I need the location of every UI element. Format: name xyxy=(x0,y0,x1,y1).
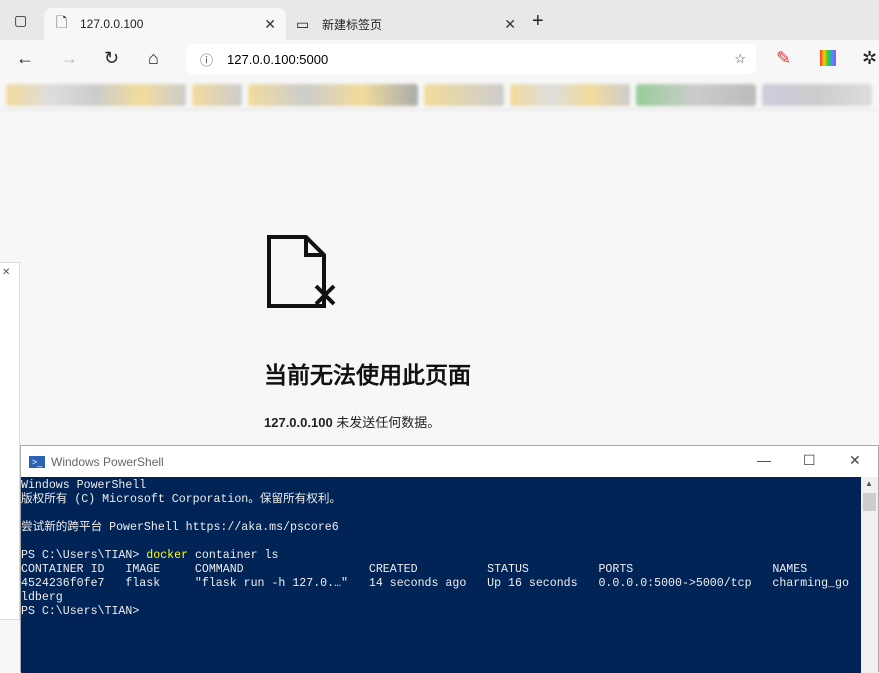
powershell-window: >_ Windows PowerShell — ☐ ✕ Windows Powe… xyxy=(20,445,879,673)
console-line: CONTAINER ID IMAGE COMMAND CREATED STATU… xyxy=(21,563,808,576)
forward-icon[interactable]: → xyxy=(60,48,78,69)
error-host: 127.0.0.100 xyxy=(264,415,333,430)
scroll-up-icon[interactable]: ▲ xyxy=(865,479,873,488)
refresh-icon[interactable]: ↻ xyxy=(104,48,119,69)
tab-bar: ▢ 🗋 127.0.0.100 ✕ ▭ 新建标签页 ✕ + xyxy=(0,0,879,40)
command-keyword: docker xyxy=(146,549,188,562)
minimize-button[interactable]: — xyxy=(757,452,771,468)
title-bar: >_ Windows PowerShell xyxy=(21,446,878,477)
console-output[interactable]: Windows PowerShell 版权所有 (C) Microsoft Cor… xyxy=(21,477,861,673)
close-tab-icon[interactable]: ✕ xyxy=(264,16,276,33)
error-title: 当前无法使用此页面 xyxy=(264,362,471,388)
close-tab-icon[interactable]: ✕ xyxy=(504,16,516,33)
scrollbar[interactable]: ▲ xyxy=(861,477,878,673)
extension-color-icon[interactable] xyxy=(820,50,836,66)
close-icon[interactable]: ✕ xyxy=(2,267,10,278)
console-line: 版权所有 (C) Microsoft Corporation。保留所有权利。 xyxy=(21,493,342,506)
page-error-icon: 🗋 xyxy=(56,14,68,30)
address-text: 127.0.0.100:5000 xyxy=(227,51,329,67)
bookmarks-bar xyxy=(0,80,879,110)
prompt: PS C:\Users\TIAN> xyxy=(21,549,147,562)
prompt: PS C:\Users\TIAN> xyxy=(21,605,140,618)
command-line: PS C:\Users\TIAN> docker container ls xyxy=(21,549,861,563)
tab-actions-icon[interactable]: ▢ xyxy=(14,12,27,29)
tab-new[interactable]: ▭ 新建标签页 ✕ xyxy=(286,8,526,40)
new-tab-button[interactable]: + xyxy=(532,10,544,33)
file-error-icon xyxy=(267,235,336,308)
console-line: Windows PowerShell xyxy=(21,479,147,492)
window-title: Windows PowerShell xyxy=(51,454,164,469)
error-desc-text: 未发送任何数据。 xyxy=(332,415,441,430)
info-icon[interactable]: ⓘ xyxy=(200,50,213,69)
address-bar[interactable]: ⓘ 127.0.0.100:5000 ☆ xyxy=(186,44,756,74)
console-line: ldberg xyxy=(21,591,63,604)
home-icon[interactable]: ⌂ xyxy=(148,48,159,69)
close-button[interactable]: ✕ xyxy=(849,452,861,469)
error-description: 127.0.0.100 未发送任何数据。 xyxy=(264,412,440,431)
powershell-icon: >_ xyxy=(29,455,45,468)
console-line: 尝试新的跨平台 PowerShell https://aka.ms/pscore… xyxy=(21,521,339,534)
console-line: 4524236f0fe7 flask "flask run -h 127.0.…… xyxy=(21,577,849,590)
tab-127[interactable]: 🗋 127.0.0.100 ✕ xyxy=(44,8,286,40)
tab-label: 127.0.0.100 xyxy=(80,17,144,31)
tab-page-icon: ▭ xyxy=(296,15,310,32)
command-args: container ls xyxy=(187,549,279,562)
favorite-add-icon[interactable]: ☆ xyxy=(734,51,746,67)
extension-icon[interactable]: ✎ xyxy=(776,48,791,69)
scrollbar-thumb[interactable] xyxy=(863,493,876,511)
maximize-button[interactable]: ☐ xyxy=(803,452,816,469)
extensions-icon[interactable]: ✲ xyxy=(862,48,877,69)
tab-label: 新建标签页 xyxy=(322,17,383,32)
side-panel: ✕ xyxy=(0,262,20,620)
back-icon[interactable]: ← xyxy=(16,48,34,69)
